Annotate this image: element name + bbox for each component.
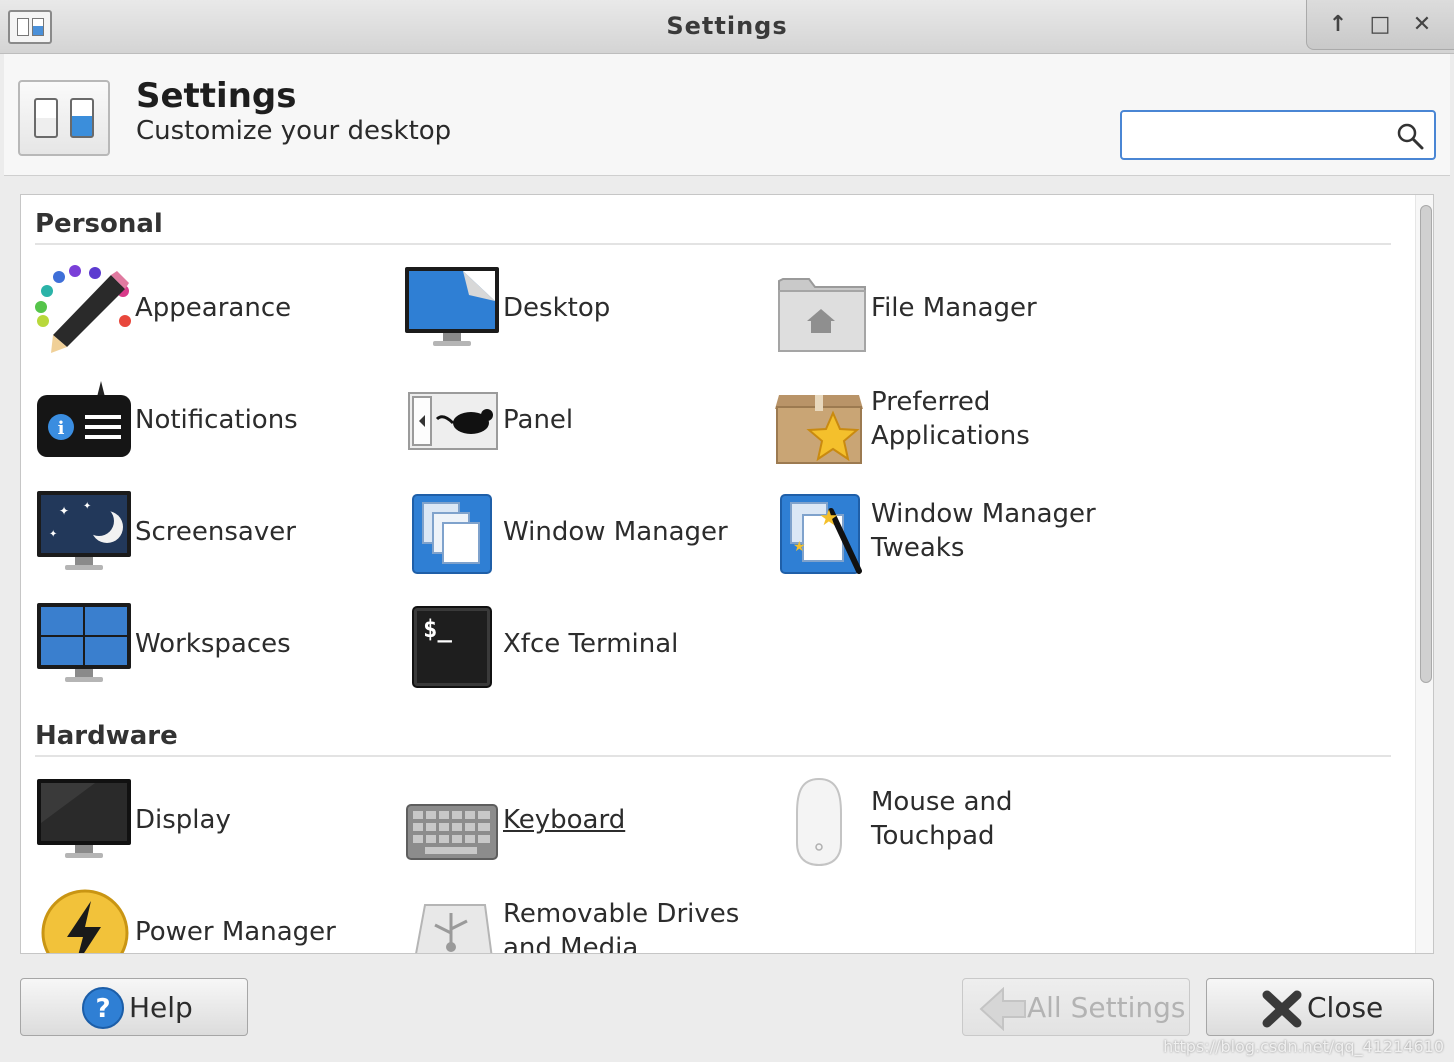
- item-label: Notifications: [135, 405, 298, 435]
- svg-text:?: ?: [95, 994, 110, 1024]
- item-label: Desktop: [503, 293, 611, 323]
- item-label: Panel: [503, 405, 574, 435]
- help-label: Help: [129, 991, 193, 1024]
- item-removable-drives[interactable]: Removable Drives and Media: [403, 885, 803, 954]
- search-icon[interactable]: [1396, 122, 1424, 150]
- svg-text:$_: $_: [423, 615, 452, 643]
- power-manager-icon: [41, 889, 129, 953]
- svg-text:i: i: [58, 418, 65, 439]
- item-window-manager[interactable]: Window Manager: [403, 485, 763, 581]
- mouse-icon: [796, 777, 842, 867]
- item-workspaces[interactable]: Workspaces: [35, 597, 375, 693]
- item-label: Keyboard: [503, 805, 626, 835]
- watermark: https://blog.csdn.net/qq_41214610: [1163, 1037, 1444, 1056]
- item-keyboard[interactable]: Keyboard: [403, 773, 743, 869]
- item-label: File Manager: [871, 293, 1037, 323]
- button-bar: ? Help All Settings Close https://blog.c…: [0, 960, 1454, 1062]
- appearance-icon: [35, 265, 131, 353]
- svg-text:✦: ✦: [49, 529, 57, 540]
- section-divider: [35, 243, 1391, 245]
- usb-icon: [415, 904, 493, 953]
- terminal-icon: $_: [412, 606, 492, 688]
- settings-header: Settings Customize your desktop: [4, 54, 1450, 176]
- item-label: Screensaver: [135, 517, 296, 547]
- panel-icon: [408, 392, 498, 450]
- help-button[interactable]: ? Help: [20, 978, 248, 1036]
- section-title-personal: Personal: [35, 209, 163, 239]
- keyboard-icon: [406, 804, 498, 860]
- scrollbar-thumb[interactable]: [1420, 205, 1432, 683]
- page-title: Settings: [136, 76, 297, 116]
- item-label: Power Manager: [135, 917, 336, 947]
- help-icon: ?: [82, 987, 124, 1029]
- window-controls: ↑ □ ✕: [1306, 0, 1454, 50]
- search-box[interactable]: [1120, 110, 1436, 160]
- close-label: Close: [1307, 991, 1384, 1024]
- item-desktop[interactable]: Desktop: [403, 261, 743, 357]
- svg-text:✦: ✦: [83, 501, 91, 512]
- close-x-icon: [1262, 990, 1302, 1028]
- svg-text:★: ★: [819, 506, 839, 531]
- item-window-manager-tweaks[interactable]: ★ ★ Window Manager Tweaks: [771, 485, 1171, 581]
- close-button[interactable]: Close: [1206, 978, 1434, 1036]
- back-arrow-icon: [979, 987, 1026, 1031]
- item-label: Window Manager: [503, 517, 728, 547]
- all-settings-label: All Settings: [1027, 991, 1186, 1024]
- preferred-applications-icon: [775, 395, 863, 464]
- item-label: Mouse and Touchpad: [871, 787, 1013, 851]
- item-appearance[interactable]: Appearance: [35, 261, 375, 357]
- settings-list: Personal Appearance Desktop File Manager…: [20, 194, 1434, 954]
- item-label: Display: [135, 805, 231, 835]
- item-label: Xfce Terminal: [503, 629, 679, 659]
- item-label: Preferred Applications: [871, 387, 1030, 451]
- workspaces-icon: [37, 603, 131, 682]
- display-icon: [37, 779, 131, 858]
- item-label: Window Manager Tweaks: [871, 499, 1096, 563]
- screensaver-icon: ✦ ✦✦: [37, 491, 131, 570]
- shade-icon[interactable]: ↑: [1323, 10, 1353, 40]
- item-screensaver[interactable]: ✦ ✦ ✦ Screensaver: [35, 485, 375, 581]
- vertical-scrollbar[interactable]: [1415, 195, 1433, 953]
- notifications-icon: i: [37, 381, 131, 457]
- item-label: Removable Drives and Media: [503, 899, 740, 954]
- item-notifications[interactable]: i Notifications: [35, 373, 375, 469]
- close-icon[interactable]: ✕: [1407, 10, 1437, 40]
- window-title: Settings: [666, 12, 788, 40]
- item-label: Appearance: [135, 293, 292, 323]
- page-subtitle: Customize your desktop: [136, 116, 452, 146]
- window-manager-tweaks-icon: ★★: [780, 494, 862, 574]
- settings-window: Settings ↑ □ ✕ Settings Customize your d…: [0, 0, 1454, 1062]
- item-file-manager[interactable]: File Manager: [771, 261, 1131, 357]
- search-input[interactable]: [1128, 118, 1390, 152]
- item-mouse-and-touchpad[interactable]: Mouse and Touchpad: [771, 773, 1131, 869]
- section-divider: [35, 755, 1391, 757]
- window-manager-icon: [412, 494, 492, 574]
- title-bar[interactable]: Settings ↑ □ ✕: [0, 0, 1454, 54]
- desktop-icon: [405, 267, 499, 346]
- svg-text:★: ★: [793, 539, 806, 555]
- section-title-hardware: Hardware: [35, 721, 178, 751]
- item-label: Workspaces: [135, 629, 291, 659]
- item-panel[interactable]: Panel: [403, 373, 743, 469]
- item-preferred-applications[interactable]: Preferred Applications: [771, 373, 1151, 469]
- item-power-manager[interactable]: Power Manager: [35, 885, 395, 953]
- item-display[interactable]: Display: [35, 773, 375, 869]
- all-settings-button[interactable]: All Settings: [962, 978, 1190, 1036]
- settings-app-icon: [18, 80, 110, 156]
- svg-text:✦: ✦: [59, 504, 69, 518]
- item-xfce-terminal[interactable]: $_ Xfce Terminal: [403, 597, 743, 693]
- file-manager-icon: [778, 278, 866, 352]
- maximize-icon[interactable]: □: [1365, 10, 1395, 40]
